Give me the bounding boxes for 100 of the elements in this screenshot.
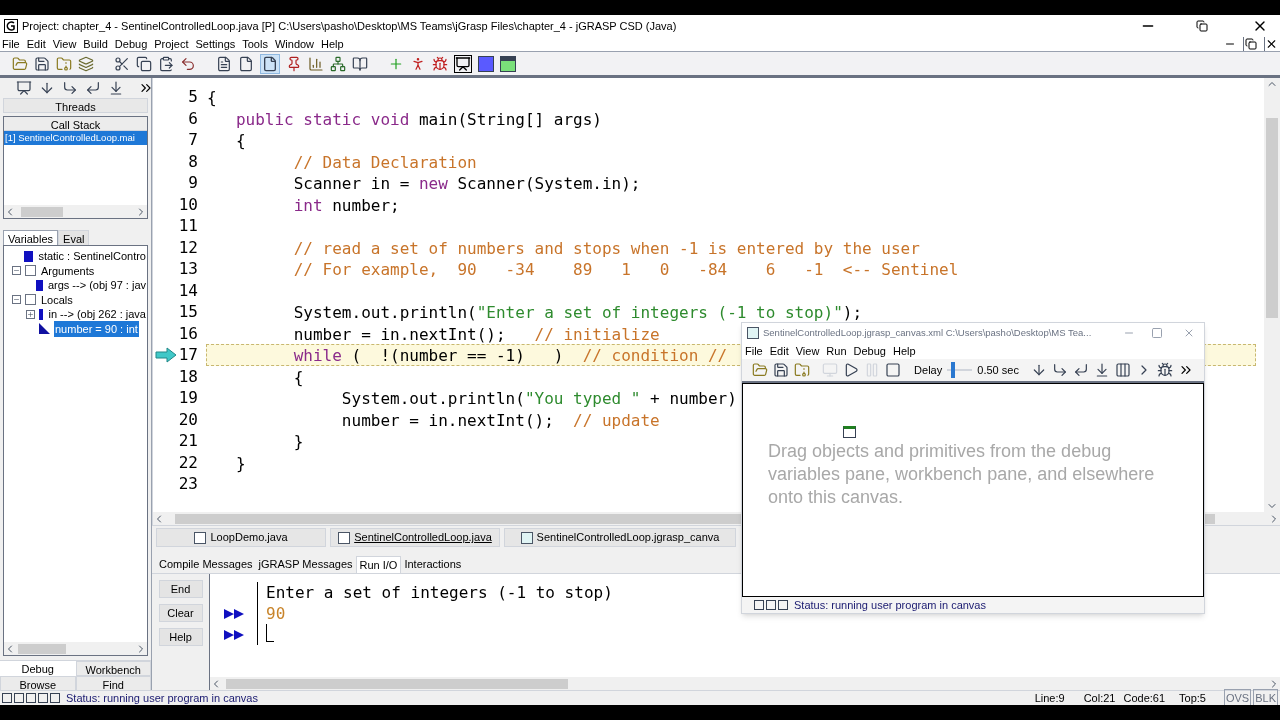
- step-out-icon[interactable]: [85, 80, 101, 96]
- menu-item[interactable]: Help: [892, 342, 916, 360]
- file-tab[interactable]: SentinelControlledLoop.jgrasp_canva: [504, 528, 736, 547]
- variable-item[interactable]: number = 90 : int: [54, 320, 139, 337]
- io-button[interactable]: End: [158, 580, 203, 598]
- collapse-toggle[interactable]: [12, 295, 21, 305]
- square-icon[interactable]: [478, 55, 494, 72]
- menu-item[interactable]: Project: [154, 35, 189, 53]
- file-icon[interactable]: [238, 55, 254, 72]
- undo-icon[interactable]: [180, 55, 196, 72]
- variable-item[interactable]: args --> (obj 97 : jav: [46, 277, 147, 294]
- maximize-icon[interactable]: [1151, 327, 1163, 339]
- open-folder-icon[interactable]: [752, 362, 768, 378]
- threads-header[interactable]: Threads: [3, 98, 148, 113]
- hierarchy-icon[interactable]: [330, 55, 346, 72]
- io-button[interactable]: Help: [158, 628, 203, 646]
- open-folder-icon[interactable]: [12, 55, 28, 72]
- stack-icon[interactable]: [78, 55, 94, 72]
- step-out-icon[interactable]: [1073, 362, 1089, 378]
- variable-item[interactable]: static : SentinelContro: [37, 248, 147, 265]
- menu-item[interactable]: View: [52, 35, 77, 53]
- menu-item[interactable]: Settings: [195, 35, 236, 53]
- bug-icon[interactable]: [432, 55, 448, 72]
- step-over-icon[interactable]: [1052, 362, 1068, 378]
- variable-item[interactable]: Locals: [40, 291, 74, 308]
- paste-icon[interactable]: [158, 55, 174, 72]
- close-icon[interactable]: [1264, 37, 1278, 51]
- collapse-toggle[interactable]: [12, 266, 21, 276]
- menu-item[interactable]: File: [745, 342, 763, 360]
- document-icon[interactable]: [216, 55, 232, 72]
- menu-item[interactable]: Edit: [26, 35, 46, 53]
- line-number: 12: [178, 236, 198, 258]
- top-indicator: Top:5: [1179, 690, 1206, 706]
- restore-icon[interactable]: [1196, 20, 1208, 32]
- delay-slider[interactable]: [947, 362, 973, 378]
- columns-icon[interactable]: [1115, 362, 1131, 378]
- variable-item[interactable]: in --> (obj 262 : java: [47, 306, 147, 323]
- step-over-icon[interactable]: [62, 80, 78, 96]
- menu-item[interactable]: View: [795, 342, 820, 360]
- horizontal-scrollbar[interactable]: [210, 677, 1280, 690]
- play-icon[interactable]: [843, 362, 860, 378]
- save-icon[interactable]: [34, 55, 50, 72]
- file-tab[interactable]: LoopDemo.java: [156, 528, 326, 547]
- pin-icon[interactable]: [286, 55, 302, 72]
- code-line: System.out.println("You typed " + number): [340, 389, 737, 408]
- cut-icon[interactable]: [114, 55, 130, 72]
- code-line: int number;: [292, 195, 400, 215]
- project-icon[interactable]: [794, 362, 810, 378]
- bar-chart-icon[interactable]: [308, 55, 324, 72]
- line-number: 9: [188, 172, 198, 194]
- bug-icon[interactable]: [1157, 362, 1173, 378]
- file-icon[interactable]: [260, 53, 280, 74]
- file-tab[interactable]: SentinelControlledLoop.java: [330, 528, 500, 547]
- horizontal-scrollbar[interactable]: [4, 642, 147, 655]
- message-tab[interactable]: Compile Messages: [156, 556, 256, 573]
- step-in-icon[interactable]: [1031, 362, 1047, 378]
- book-icon[interactable]: [352, 55, 368, 72]
- run-to-cursor-icon[interactable]: [108, 80, 124, 96]
- message-tab[interactable]: jGRASP Messages: [255, 556, 356, 573]
- step-in-icon[interactable]: [39, 80, 55, 96]
- message-tab[interactable]: Run I/O: [355, 556, 402, 573]
- slider-thumb[interactable]: [951, 362, 956, 378]
- call-stack-item[interactable]: [1] SentinelControlledLoop.mai: [4, 131, 147, 146]
- presentation-icon[interactable]: [454, 54, 472, 73]
- scroll-thumb[interactable]: [1266, 118, 1278, 318]
- presentation-icon[interactable]: [16, 80, 32, 96]
- line-number: 7: [188, 129, 198, 151]
- panel-tab[interactable]: Workbench: [75, 661, 151, 676]
- restore-icon[interactable]: [1243, 37, 1257, 51]
- panel-tab[interactable]: Debug: [0, 661, 76, 676]
- copy-icon[interactable]: [136, 55, 152, 72]
- expand-toggle[interactable]: [26, 309, 35, 319]
- menu-item[interactable]: Edit: [769, 342, 789, 360]
- figure-icon[interactable]: [410, 55, 426, 72]
- menu-item[interactable]: File: [2, 35, 20, 53]
- run-to-cursor-icon[interactable]: [1094, 362, 1110, 378]
- code-indicator: Code:61: [1123, 690, 1166, 706]
- horizontal-scrollbar[interactable]: [4, 205, 147, 218]
- variable-item[interactable]: Arguments: [40, 262, 96, 279]
- menu-item[interactable]: Window: [274, 35, 315, 53]
- io-button[interactable]: Clear: [158, 604, 203, 622]
- menu-item[interactable]: Help: [321, 35, 344, 53]
- menu-item[interactable]: Tools: [242, 35, 268, 53]
- vertical-scrollbar[interactable]: [1264, 78, 1280, 512]
- scroll-thumb[interactable]: [18, 643, 66, 654]
- scroll-thumb[interactable]: [226, 678, 568, 689]
- menu-item[interactable]: Run: [826, 342, 847, 360]
- scroll-thumb[interactable]: [21, 206, 63, 217]
- menu-item[interactable]: Debug: [114, 35, 148, 53]
- stop-icon[interactable]: [885, 362, 902, 378]
- window-icon[interactable]: [500, 55, 516, 72]
- java-file-icon: [194, 531, 207, 544]
- message-tab[interactable]: Interactions: [401, 556, 465, 573]
- menu-item[interactable]: Build: [83, 35, 108, 53]
- menu-item[interactable]: Debug: [853, 342, 886, 360]
- panel-tab[interactable]: Eval: [58, 230, 90, 245]
- project-icon[interactable]: [56, 55, 72, 72]
- panel-tab[interactable]: Variables: [3, 230, 59, 245]
- text-cursor[interactable]: [266, 624, 274, 642]
- save-icon[interactable]: [773, 362, 789, 378]
